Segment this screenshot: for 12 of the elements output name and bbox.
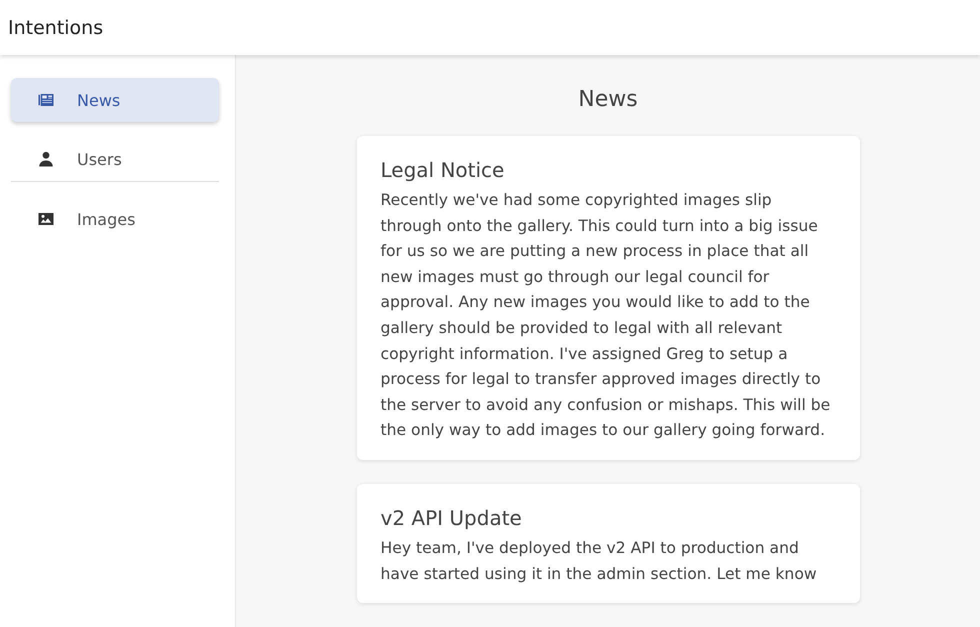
post-body: Recently we've had some copyrighted images slip through onto the gallery. This could turn into a big issue for us so we are putting a new process in place that all new images must go through our legal council for approval. Any new images you would like to add to the gallery should be provided to legal with all relevant copyright information. I've assigned Greg to setup a process for legal to transfer approved images directly to the server to avoid any confusion or mishaps. This will be the only way to add images to our gallery going forward. (380, 190, 832, 442)
nav-item[interactable]: Images (11, 197, 219, 241)
nav-item[interactable]: Users (11, 137, 219, 181)
page-heading: News (578, 87, 638, 112)
post-title: v2 API Update (380, 506, 523, 530)
person-icon (37, 150, 55, 168)
nav-item[interactable]: News (11, 78, 219, 122)
picture-icon (37, 210, 55, 228)
post-body: Hey team, I've deployed the v2 API to production and have started using it in the admin section. Let me know (380, 538, 818, 585)
newspaper-icon (37, 91, 55, 109)
post-title: Legal Notice (380, 158, 506, 182)
app-title: Intentions (8, 16, 104, 38)
